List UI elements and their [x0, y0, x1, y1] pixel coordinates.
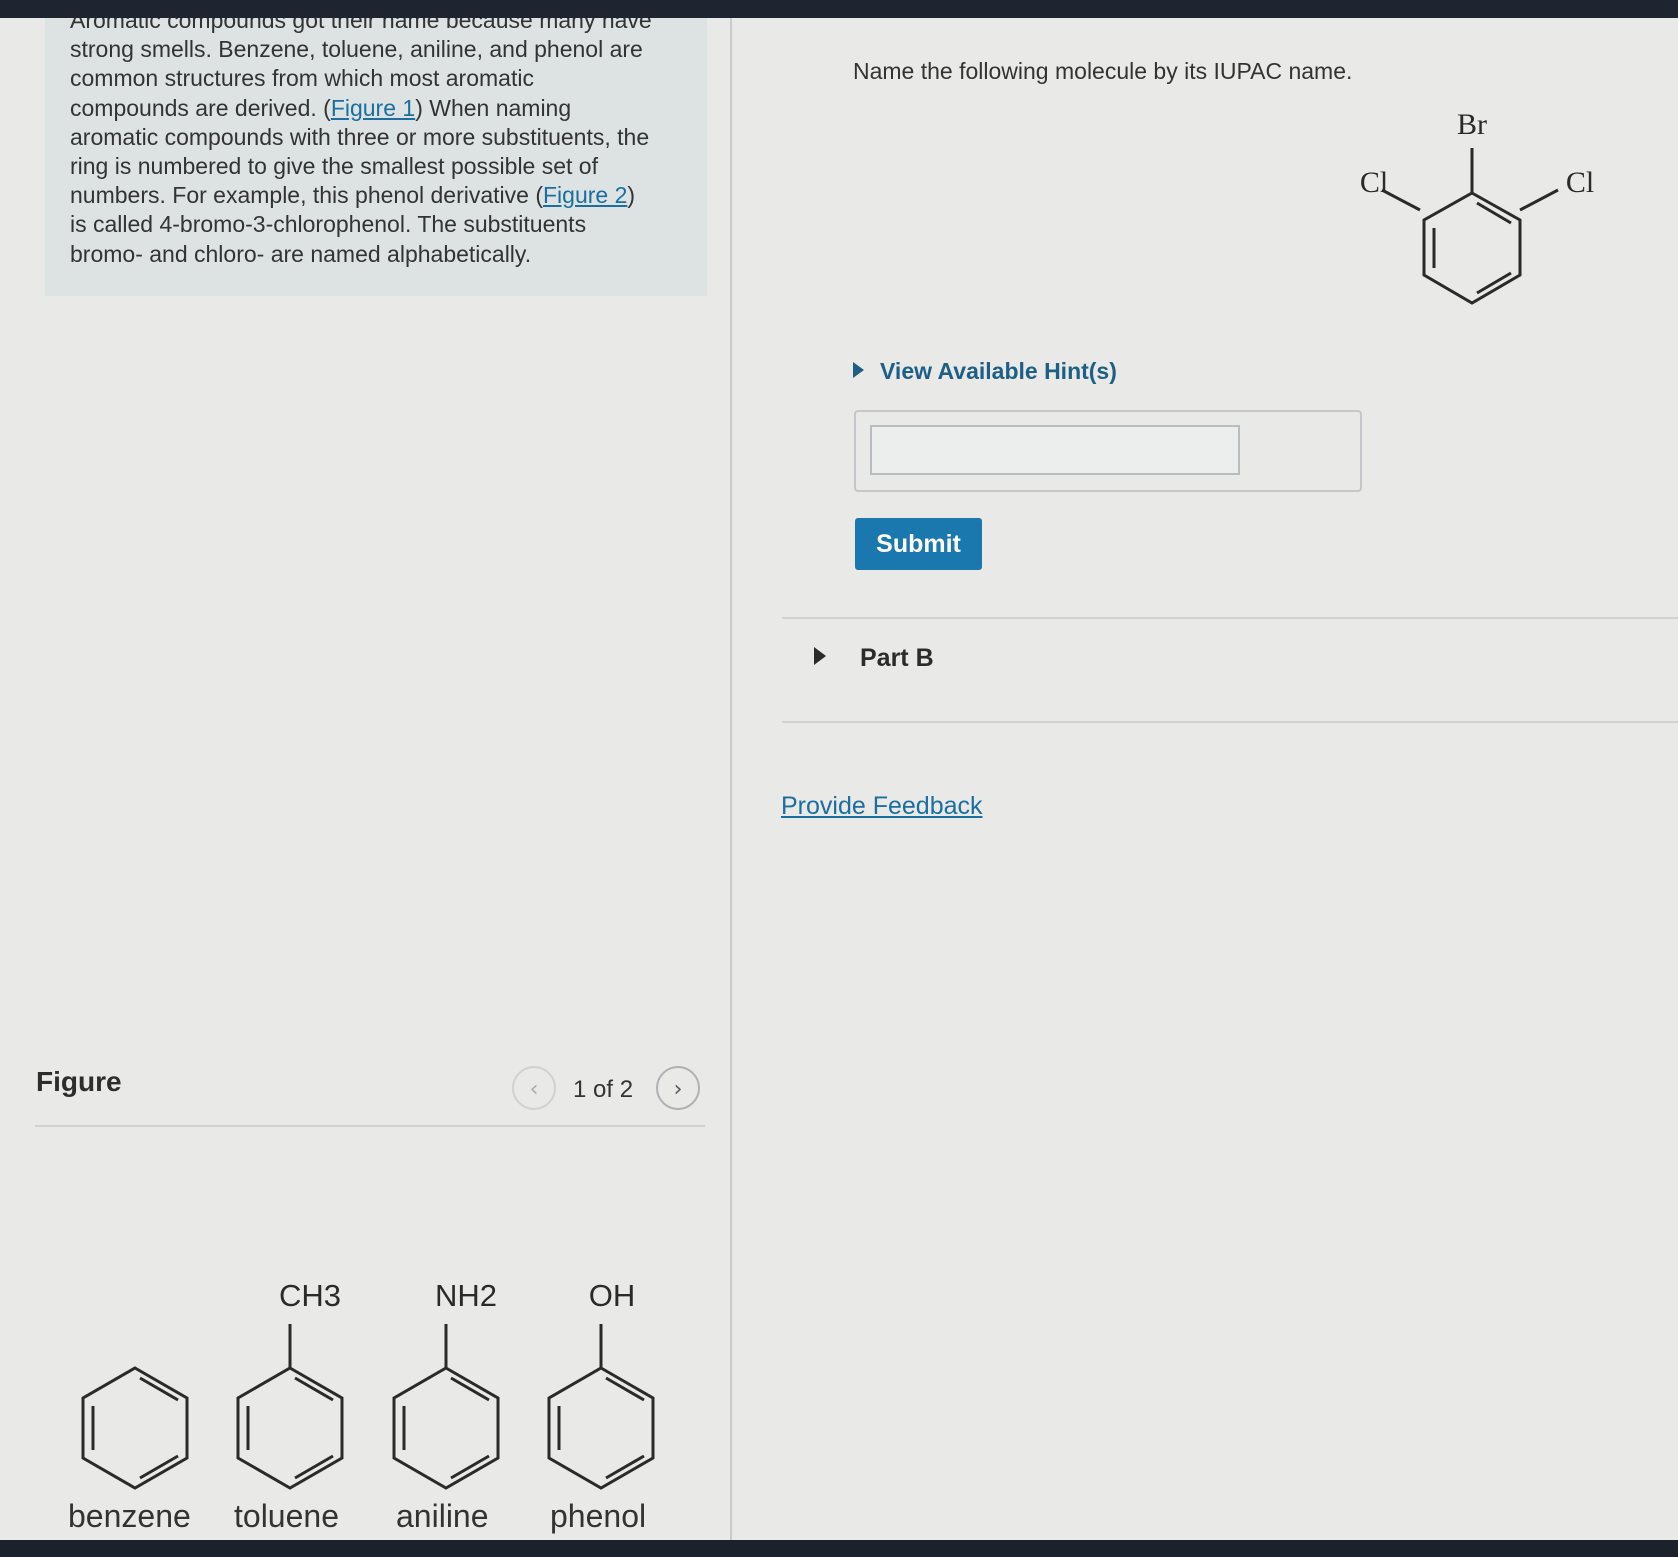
phenol-substituent: OH [589, 1278, 636, 1313]
screen: Aromatic compounds got their name becaus… [0, 18, 1678, 1540]
chloro-right-label: Cl [1566, 166, 1594, 199]
view-hints-label: View Available Hint(s) [880, 358, 1117, 384]
provide-feedback-link[interactable]: Provide Feedback [781, 792, 983, 821]
left-pane: Aromatic compounds got their name becaus… [0, 18, 730, 1540]
figure-pager: 1 of 2 [573, 1076, 634, 1103]
toluene-label: toluene [234, 1498, 339, 1534]
toluene-ring [236, 1324, 344, 1490]
intro-line: bromo- and chloro- are named alphabetica… [70, 240, 532, 267]
benzene-ring [81, 1366, 189, 1490]
question-prompt: Name the following molecule by its IUPAC… [853, 58, 1353, 84]
intro-line: aromatic compounds with three or more su… [70, 123, 650, 150]
aniline-substituent: NH2 [435, 1278, 497, 1313]
caret-right-icon [853, 362, 864, 378]
figure-structures: CH3 NH2 OH [81, 1278, 655, 1490]
part-b-toggle[interactable]: Part B [814, 644, 934, 673]
intro-line-start: numbers. For example, this phenol deriva… [70, 182, 543, 209]
view-hints-toggle[interactable]: View Available Hint(s) [853, 358, 1117, 385]
toluene-substituent: CH3 [279, 1278, 341, 1313]
figure-divider [35, 1125, 705, 1127]
submit-button[interactable]: Submit [855, 518, 982, 570]
figure-2-link[interactable]: Figure 2 [543, 182, 627, 208]
intro-box: Aromatic compounds got their name becaus… [45, 18, 707, 296]
target-molecule: Br Cl Cl [1360, 108, 1594, 305]
caret-right-icon [814, 647, 826, 665]
intro-text: Aromatic compounds got their name becaus… [70, 18, 690, 269]
chevron-left-icon: ‹ [529, 1077, 539, 1102]
intro-line: is called 4-bromo-3-chlorophenol. The su… [70, 211, 587, 238]
intro-cut-line: Aromatic compounds got their name becaus… [70, 18, 652, 33]
answer-input[interactable] [870, 425, 1240, 475]
figure-label: Figure [36, 1066, 122, 1097]
chevron-right-icon: › [673, 1077, 683, 1102]
intro-line-start: compounds are derived. ( [70, 94, 331, 121]
aniline-ring [392, 1324, 500, 1490]
chloro-left-label: Cl [1360, 166, 1388, 199]
bottom-bezel [0, 1540, 1678, 1557]
part-divider-bottom [782, 721, 1678, 723]
intro-line: strong smells. Benzene, toluene, aniline… [70, 36, 643, 63]
intro-line: ring is numbered to give the smallest po… [70, 153, 598, 180]
aniline-label: aniline [396, 1498, 489, 1534]
figure-next-button[interactable]: › [656, 1066, 700, 1110]
intro-line: common structures from which most aromat… [70, 65, 534, 92]
right-pane: Name the following molecule by its IUPAC… [732, 18, 1678, 1540]
answer-container [854, 410, 1362, 492]
phenol-ring [547, 1324, 655, 1490]
phenol-label: phenol [550, 1498, 647, 1534]
benzene-label: benzene [68, 1498, 191, 1534]
bromo-label: Br [1457, 108, 1487, 141]
part-divider-top [782, 617, 1678, 619]
intro-line-end: ) [627, 182, 636, 209]
part-b-label: Part B [860, 644, 934, 672]
intro-line-end: ) When naming [415, 94, 572, 121]
figure-prev-button[interactable]: ‹ [512, 1066, 556, 1110]
figure-1-link[interactable]: Figure 1 [331, 95, 415, 121]
